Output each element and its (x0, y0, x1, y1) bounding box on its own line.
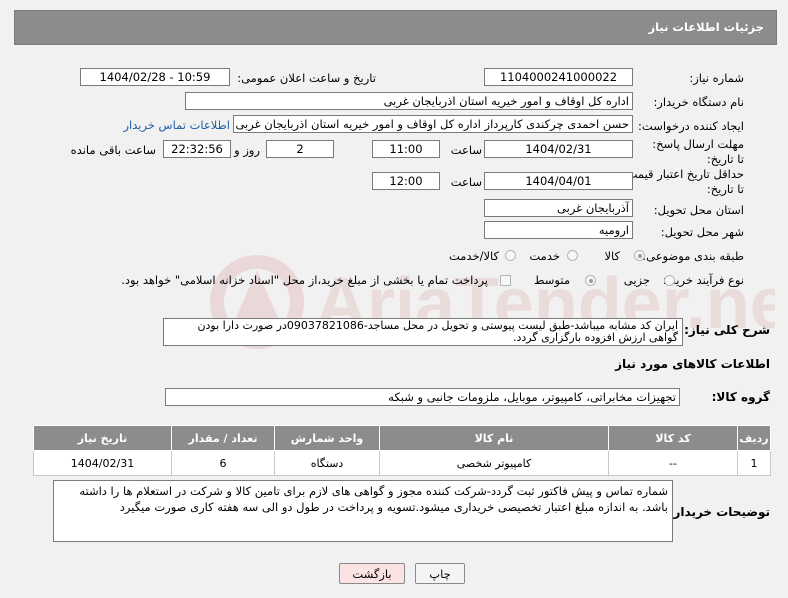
category-service-label: خدمت (529, 249, 560, 263)
page-title: جزئیات اطلاعات نیاز (648, 20, 764, 34)
back-button[interactable]: بازگشت (339, 563, 405, 584)
creator-field: حسن احمدی چرکندی کارپرداز اداره کل اوقاف… (233, 115, 633, 133)
cell-date: 1404/02/31 (33, 450, 172, 476)
treasury-payment-checkbox[interactable] (500, 275, 511, 286)
goods-section-title: اطلاعات کالاهای مورد نیاز (615, 357, 770, 371)
cell-unit: دستگاه (274, 450, 380, 476)
description-label: شرح کلی نیاز: (684, 323, 770, 337)
cell-row: 1 (737, 450, 771, 476)
price-validity-label: حداقل تاریخ اعتبار قیمت: تا تاریخ: (622, 167, 744, 196)
city-label: شهر محل تحویل: (660, 225, 744, 239)
days-remaining-field: 2 (266, 140, 334, 158)
category-goods-service-radio[interactable] (505, 250, 516, 261)
announce-datetime-field: 1404/02/28 - 10:59 (80, 68, 230, 86)
col-date-header: تاریخ نیاز (33, 425, 172, 451)
col-code-header: کد کالا (608, 425, 738, 451)
goods-group-label: گروه کالا: (711, 390, 770, 404)
category-goods-service-label: کالا/خدمت (448, 249, 499, 263)
days-label: روز و (234, 143, 260, 157)
process-medium-label: متوسط (533, 273, 570, 287)
table-row: 1 -- کامپیوتر شخصی دستگاه 6 1404/02/31 (33, 450, 771, 476)
process-minor-radio[interactable] (664, 275, 675, 286)
province-field: آذربایجان غربی (484, 199, 633, 217)
remaining-time-label: ساعت باقی مانده (70, 143, 156, 157)
buyer-org-field: اداره کل اوقاف و امور خیریه استان اذربای… (185, 92, 633, 110)
col-name-header: نام کالا (379, 425, 609, 451)
province-label: استان محل تحویل: (653, 203, 744, 217)
process-minor-label: جزیی (623, 273, 650, 287)
cell-name: کامپیوتر شخصی (379, 450, 609, 476)
goods-table: ردیف کد کالا نام کالا واحد شمارش تعداد /… (33, 425, 771, 476)
category-service-radio[interactable] (567, 250, 578, 261)
buyer-notes-field: شماره تماس و پیش فاکتور ثبت گردد-شرکت کن… (53, 480, 673, 542)
col-row-header: ردیف (737, 425, 771, 451)
cell-code: -- (608, 450, 738, 476)
cell-qty: 6 (171, 450, 275, 476)
reply-date-field: 1404/02/31 (484, 140, 633, 158)
category-goods-label: کالا (604, 249, 620, 263)
category-label: طبقه بندی موضوعی: (642, 249, 744, 263)
goods-group-field: تجهیزات مخابراتی، کامپیوتر، موبایل، ملزو… (165, 388, 680, 406)
reply-time-label: ساعت (450, 143, 482, 157)
buyer-notes-label: توضیحات خریدار: (668, 505, 770, 519)
creator-label: ایجاد کننده درخواست: (638, 119, 744, 133)
price-validity-time-field: 12:00 (372, 172, 440, 190)
price-validity-time-label: ساعت (450, 175, 482, 189)
city-field: ارومیه (484, 221, 633, 239)
remaining-time-field: 22:32:56 (163, 140, 231, 158)
need-number-field: 1104000241000022 (484, 68, 633, 86)
reply-deadline-label: مهلت ارسال پاسخ: تا تاریخ: (652, 137, 744, 166)
reply-time-field: 11:00 (372, 140, 440, 158)
category-goods-radio[interactable] (634, 250, 645, 261)
description-field: ایران کد مشابه میباشد-طبق لیست پیوستی و … (163, 318, 683, 346)
treasury-payment-text: پرداخت تمام یا بخشی از مبلغ خرید،از محل … (121, 273, 488, 287)
price-validity-date-field: 1404/04/01 (484, 172, 633, 190)
need-number-label: شماره نیاز: (689, 71, 744, 85)
details-header: جزئیات اطلاعات نیاز (14, 10, 777, 45)
announce-label: تاریخ و ساعت اعلان عمومی: (237, 71, 376, 85)
process-medium-radio[interactable] (585, 275, 596, 286)
buyer-contact-link[interactable]: اطلاعات تماس خریدار (123, 118, 230, 132)
print-button[interactable]: چاپ (415, 563, 465, 584)
col-unit-header: واحد شمارش (274, 425, 380, 451)
col-qty-header: تعداد / مقدار (171, 425, 275, 451)
buyer-org-label: نام دستگاه خریدار: (653, 95, 744, 109)
